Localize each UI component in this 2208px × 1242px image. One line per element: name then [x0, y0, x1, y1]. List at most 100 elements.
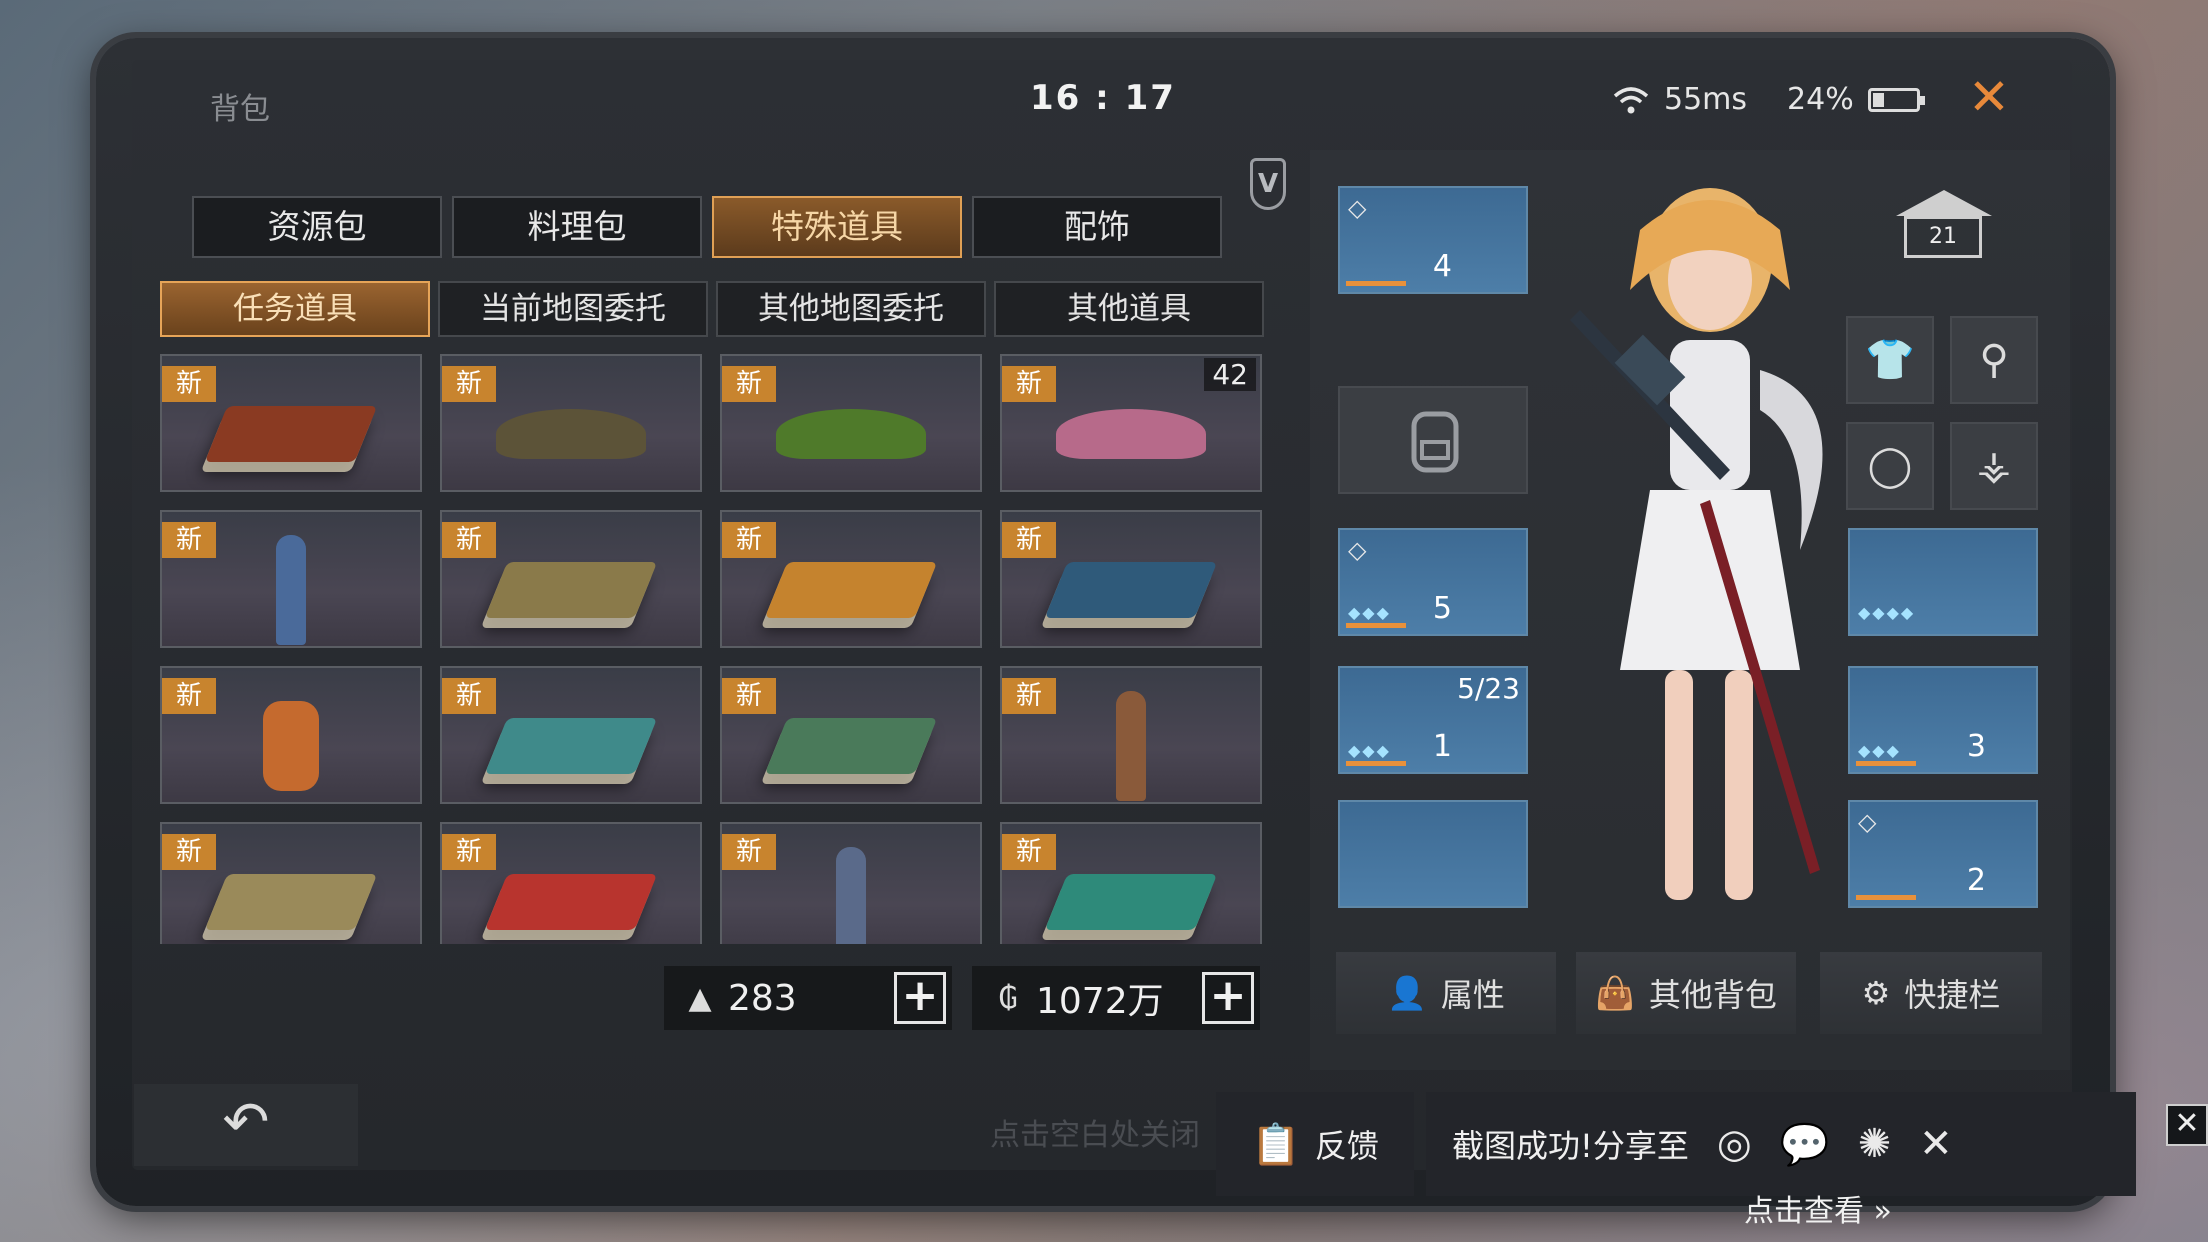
- tab-special-items[interactable]: 特殊道具: [712, 196, 962, 258]
- subtab-other-items[interactable]: 其他道具: [994, 281, 1264, 337]
- new-badge: 新: [442, 678, 497, 714]
- item-slot[interactable]: 新: [160, 354, 422, 492]
- item-slot[interactable]: 新: [720, 354, 982, 492]
- close-share-icon[interactable]: ✕: [1919, 1121, 1953, 1167]
- tab-cooking-pack[interactable]: 料理包: [452, 196, 702, 258]
- book-item-icon: [204, 873, 378, 930]
- star-level: 2: [1966, 863, 1986, 898]
- attributes-button[interactable]: 👤 属性: [1336, 952, 1556, 1034]
- item-grid: 新新新新 42 新新新新新新新新新新新新: [160, 354, 1262, 944]
- house-level: 21: [1904, 216, 1982, 258]
- figure-item-icon: [276, 534, 306, 645]
- equip-slot-armor[interactable]: ◇ ◆◆◆ 5: [1338, 528, 1528, 636]
- screenshot-share-bar: 📋 反馈 截图成功!分享至 ◎ 💬 ✺ ✕: [1216, 1092, 2136, 1196]
- diamond-icon: ◇: [1348, 194, 1367, 222]
- item-slot[interactable]: 新: [720, 822, 982, 944]
- star-level: 4: [1432, 249, 1452, 284]
- rarity-dots: ◆◆◆: [1858, 741, 1901, 760]
- character-portrait: [1570, 188, 1823, 900]
- new-badge: 新: [162, 366, 217, 402]
- share-message: 截图成功!分享至: [1452, 1127, 1689, 1165]
- new-badge: 新: [162, 522, 217, 558]
- gold-value: 1072万: [1036, 981, 1164, 1022]
- new-badge: 新: [162, 834, 217, 870]
- equip-slot-pet[interactable]: ◇ 2: [1848, 800, 2038, 908]
- bag-icon: 👜: [1595, 974, 1635, 1012]
- equip-slot-helmet[interactable]: ◇ 4: [1338, 186, 1528, 294]
- item-slot[interactable]: 新: [1000, 822, 1262, 944]
- item-slot[interactable]: 新: [160, 510, 422, 648]
- item-slot[interactable]: 新: [160, 666, 422, 804]
- new-badge: 新: [722, 522, 777, 558]
- other-bag-button[interactable]: 👜 其他背包: [1576, 952, 1796, 1034]
- ring-slot-icon[interactable]: ◯: [1846, 422, 1934, 510]
- star-level: 1: [1432, 729, 1452, 764]
- pile-item-icon: [496, 408, 646, 459]
- item-slot[interactable]: 新: [440, 510, 702, 648]
- item-slot[interactable]: 新: [720, 510, 982, 648]
- wechat-icon[interactable]: 💬: [1780, 1121, 1830, 1168]
- outfit-slot-shirt-icon[interactable]: 👕: [1846, 316, 1934, 404]
- new-badge: 新: [722, 366, 777, 402]
- house-level-icon[interactable]: 21: [1896, 190, 1992, 262]
- equip-slot-blade[interactable]: ◆◆◆ 3: [1848, 666, 2038, 774]
- item-slot[interactable]: 新: [720, 666, 982, 804]
- star-level: 3: [1966, 729, 1986, 764]
- capacity-icon: ▲: [688, 980, 712, 1016]
- equip-slot-weapon[interactable]: 5/23 ◆◆◆ 1: [1338, 666, 1528, 774]
- feedback-button[interactable]: 📋 反馈: [1216, 1092, 1414, 1196]
- new-badge: 新: [1002, 678, 1057, 714]
- equip-slot-secondary[interactable]: [1338, 800, 1528, 908]
- rarity-dots: ◆◆◆◆: [1858, 603, 1916, 622]
- item-slot[interactable]: 新: [440, 666, 702, 804]
- subtab-current-map-commissions[interactable]: 当前地图委托: [438, 281, 708, 337]
- add-gold-button[interactable]: +: [1202, 972, 1254, 1024]
- durability-bar: [1856, 761, 1916, 766]
- book-item-icon: [1044, 561, 1218, 618]
- battery-icon: [1867, 87, 1925, 112]
- clipboard-icon: 📋: [1251, 1121, 1301, 1168]
- sub-tabs: 任务道具 当前地图委托 其他地图委托 其他道具: [160, 281, 1264, 337]
- new-badge: 新: [722, 834, 777, 870]
- close-button[interactable]: ✕: [1968, 72, 2010, 122]
- close-screenshot-icon[interactable]: ✕: [2166, 1104, 2208, 1146]
- back-button[interactable]: ↶: [134, 1084, 358, 1166]
- close-hint: 点击空白处关闭: [990, 1118, 1200, 1153]
- item-slot[interactable]: 新: [1000, 666, 1262, 804]
- item-slot[interactable]: 新: [440, 822, 702, 944]
- figure-item-icon: [1116, 690, 1146, 801]
- turret-slot-icon[interactable]: ⚶: [1950, 422, 2038, 510]
- tab-accessories[interactable]: 配饰: [972, 196, 1222, 258]
- item-slot[interactable]: 新: [1000, 510, 1262, 648]
- view-link[interactable]: 点击查看 »: [1744, 1186, 1892, 1230]
- pile-item-icon: [776, 408, 926, 459]
- book-item-icon: [204, 405, 378, 462]
- status-bar: 55ms 24%: [1612, 82, 1925, 117]
- weibo-icon[interactable]: ◎: [1717, 1121, 1752, 1167]
- rarity-dots: ◆◆◆: [1348, 603, 1391, 622]
- add-capacity-button[interactable]: +: [894, 972, 946, 1024]
- equip-slot-backpack[interactable]: [1338, 386, 1528, 494]
- vip-badge-icon[interactable]: V: [1250, 158, 1286, 210]
- other-bag-label: 其他背包: [1648, 976, 1777, 1014]
- durability-bar: [1346, 281, 1406, 286]
- shortcut-icon: ⚙: [1861, 974, 1891, 1012]
- subtab-quest-items[interactable]: 任务道具: [160, 281, 430, 337]
- book-item-icon: [764, 717, 938, 774]
- book-item-icon: [1044, 873, 1218, 930]
- subtab-other-map-commissions[interactable]: 其他地图委托: [716, 281, 986, 337]
- tab-resource-pack[interactable]: 资源包: [192, 196, 442, 258]
- durability-bar: [1346, 623, 1406, 628]
- diamond-icon: ◇: [1348, 536, 1367, 564]
- coin-icon: ₲: [998, 980, 1018, 1016]
- moments-icon[interactable]: ✺: [1858, 1121, 1892, 1167]
- diamond-icon: ◇: [1858, 808, 1877, 836]
- item-slot[interactable]: 新: [160, 822, 422, 944]
- shortcut-bar-button[interactable]: ⚙ 快捷栏: [1820, 952, 2042, 1034]
- drone-slot-icon[interactable]: ⚲: [1950, 316, 2038, 404]
- item-slot[interactable]: 新: [440, 354, 702, 492]
- item-slot[interactable]: 新 42: [1000, 354, 1262, 492]
- pile-item-icon: [1056, 408, 1206, 459]
- equip-slot-bracelet[interactable]: ◆◆◆◆: [1848, 528, 2038, 636]
- capacity-counter: ▲ 283 +: [664, 966, 952, 1030]
